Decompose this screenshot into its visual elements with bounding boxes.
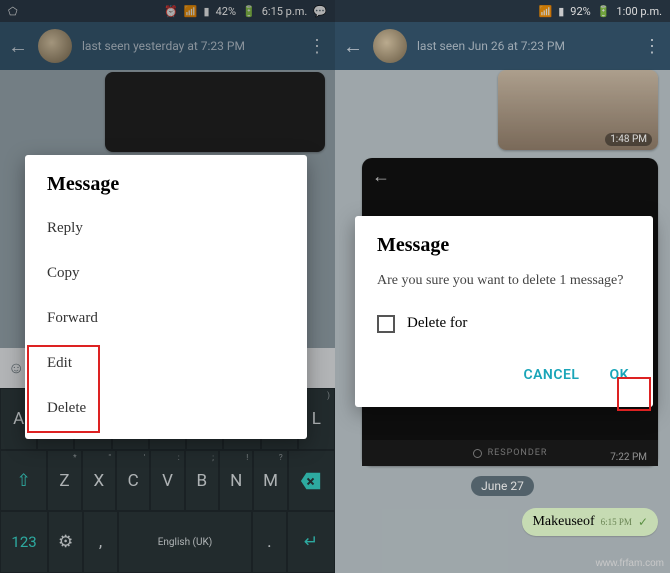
menu-reply[interactable]: Reply	[25, 206, 307, 251]
phone-left: ⬠ ⏰ 📶 ▮ 42% 🔋 6:15 p.m. 💬 ← last seen ye…	[0, 0, 335, 573]
highlight-ok	[617, 377, 651, 411]
checkbox-label: Delete for	[407, 315, 467, 332]
dialog-body: Are you sure you want to delete 1 messag…	[355, 267, 653, 307]
menu-copy[interactable]: Copy	[25, 251, 307, 296]
menu-forward[interactable]: Forward	[25, 296, 307, 341]
highlight-edit-delete	[27, 345, 100, 433]
delete-confirm-dialog: Message Are you sure you want to delete …	[355, 216, 653, 407]
dialog-title: Message	[25, 173, 307, 206]
watermark: www.frfam.com	[596, 558, 664, 569]
delete-for-checkbox[interactable]	[377, 315, 395, 333]
phone-right: 📶 ▮ 92% 🔋 1:00 p.m. ← last seen Jun 26 a…	[335, 0, 670, 573]
cancel-button[interactable]: CANCEL	[519, 361, 583, 389]
dialog-title: Message	[355, 234, 653, 267]
